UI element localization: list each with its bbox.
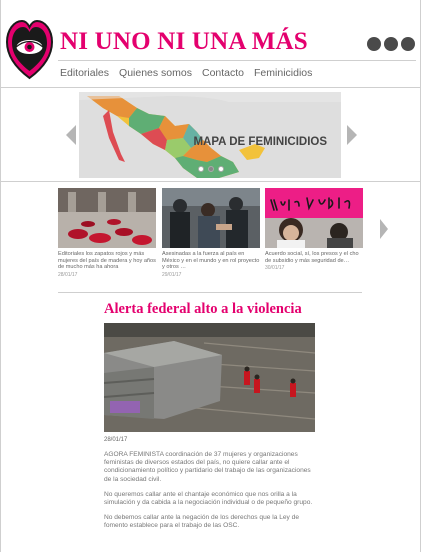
chevron-left-icon[interactable] <box>66 125 76 145</box>
news-card[interactable]: Acuerdo social, sí, los presos y el cho … <box>265 188 363 271</box>
card-text: Editoriales los zapatos rojos y más muje… <box>58 251 156 271</box>
chevron-right-icon[interactable] <box>380 219 388 239</box>
slide-caption: MAPA DE FEMINICIDIOS <box>193 136 327 148</box>
slider-pagination <box>198 166 224 172</box>
article-title[interactable]: Alerta federal alto a la violencia <box>104 301 302 318</box>
chevron-right-icon[interactable] <box>347 125 357 145</box>
content-divider <box>58 292 362 293</box>
red-shoes-photo <box>58 188 156 248</box>
card-date: 28/01/17 <box>58 271 78 278</box>
card-thumbnail[interactable] <box>58 188 156 248</box>
card-date: 30/01/17 <box>265 265 285 272</box>
slider-dot[interactable] <box>218 166 224 172</box>
article-image[interactable] <box>104 323 315 432</box>
card-thumbnail[interactable] <box>162 188 260 248</box>
menu-dot <box>384 37 398 51</box>
protest-sign-photo <box>265 188 363 248</box>
police-arrest-photo <box>162 188 260 248</box>
nav-item-editoriales[interactable]: Editoriales <box>60 67 109 79</box>
article-paragraph: No queremos callar ante el chantaje econ… <box>104 490 313 507</box>
article-date: 28/01/17 <box>104 437 128 443</box>
main-nav: Editoriales Quienes somos Contacto Femin… <box>60 67 312 79</box>
article-body: AGORA FEMINISTA coordinación de 37 mujer… <box>104 451 316 538</box>
nav-item-feminicidios[interactable]: Feminicidios <box>254 67 312 79</box>
article-paragraph: No debemos callar ante la negación de lo… <box>104 514 300 530</box>
train-derailment-photo <box>104 323 315 432</box>
slider-divider <box>0 181 421 182</box>
news-card[interactable]: Editoriales los zapatos rojos y más muje… <box>58 188 156 278</box>
site-title[interactable]: NI UNO NI UNA MÁS <box>60 28 308 56</box>
menu-dot <box>367 37 381 51</box>
nav-item-contacto[interactable]: Contacto <box>202 67 244 79</box>
card-date: 29/01/17 <box>162 271 182 278</box>
nav-divider <box>58 60 416 61</box>
heart-eye-logo-icon[interactable] <box>6 18 53 80</box>
card-text: Asesinadas a la fuerza al país en México… <box>162 251 260 271</box>
card-text: Acuerdo social, sí, los presos y el cho … <box>265 251 359 264</box>
three-dots-menu-icon[interactable] <box>367 37 415 51</box>
menu-dot <box>401 37 415 51</box>
header-divider <box>0 87 421 88</box>
card-thumbnail[interactable] <box>265 188 363 248</box>
featured-slider: MAPA DE FEMINICIDIOS <box>60 92 360 178</box>
nav-item-quienes-somos[interactable]: Quienes somos <box>119 67 192 79</box>
slider-dot[interactable] <box>198 166 204 172</box>
article-paragraph: AGORA FEMINISTA coordinación de 37 mujer… <box>104 451 311 483</box>
slider-dot-active[interactable] <box>208 166 214 172</box>
news-card[interactable]: Asesinadas a la fuerza al país en México… <box>162 188 260 278</box>
